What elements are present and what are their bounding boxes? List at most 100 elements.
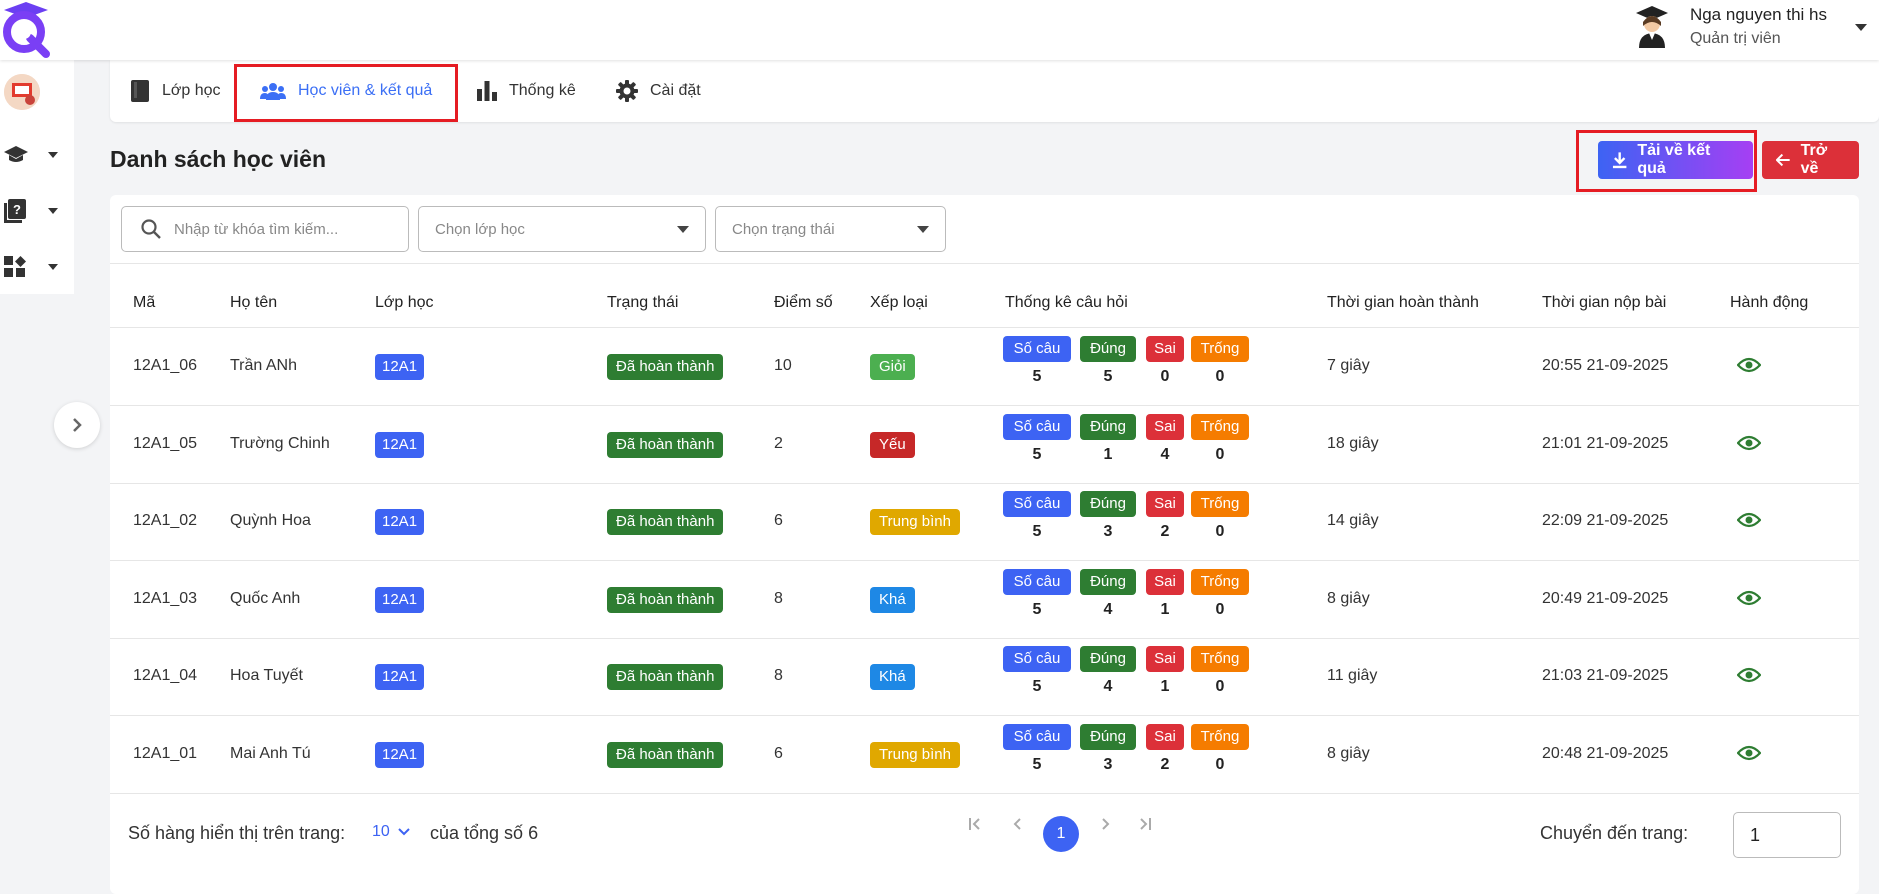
stat-value: 2 [1160, 755, 1170, 773]
view-button[interactable] [1736, 434, 1762, 457]
stat-label: Trống [1191, 646, 1249, 672]
tab-label: Cài đặt [650, 82, 701, 99]
stat-value: 0 [1215, 445, 1225, 463]
stat-label: Sai [1146, 336, 1184, 362]
eye-icon [1736, 357, 1762, 373]
stat-value: 5 [1103, 368, 1113, 385]
back-button[interactable]: Trở về [1762, 141, 1859, 179]
status-badge: Đã hoàn thành [607, 586, 724, 613]
column-header: Hành động [1730, 294, 1809, 311]
stat-label: Số câu [1003, 491, 1071, 517]
jump-to-page-label: Chuyển đến trang: [1540, 823, 1689, 843]
rows-per-page-select[interactable]: 10 [372, 823, 410, 841]
stat-label: Sai [1146, 646, 1184, 672]
stat-label: Đúng [1080, 568, 1136, 595]
question-bank-icon: ? [4, 199, 26, 223]
stat-value: 0 [1215, 755, 1225, 773]
chevron-left-icon [1013, 818, 1021, 830]
divider [110, 792, 1859, 794]
first-page-icon [969, 818, 980, 830]
book-icon [131, 80, 149, 102]
app-logo-icon[interactable] [0, 0, 52, 58]
stat-value: 5 [1032, 445, 1042, 463]
last-page-button[interactable] [1138, 817, 1152, 836]
user-avatar [1634, 4, 1670, 48]
rank-badge: Yếu [870, 431, 915, 458]
user-menu[interactable]: Nga nguyen thi hs Quản trị viên [1634, 4, 1867, 50]
class-badge: 12A1 [375, 741, 425, 768]
view-button[interactable] [1736, 511, 1762, 534]
stat-value: 0 [1160, 368, 1170, 385]
score: 2 [774, 434, 783, 452]
view-button[interactable] [1736, 666, 1762, 689]
score: 10 [774, 357, 792, 374]
student-code: 12A1_02 [133, 512, 198, 529]
column-header: Lớp học [375, 294, 434, 311]
table-row: 12A1_01 Mai Anh Tú 12A1 Đã hoàn thành 6 Trung… [110, 716, 1859, 793]
view-button[interactable] [1736, 589, 1762, 612]
sidebar-expand-button[interactable] [54, 402, 100, 448]
page-number-button[interactable]: 1 [1043, 816, 1079, 852]
sidebar-item-courses[interactable] [4, 140, 64, 170]
graduation-cap-icon [4, 146, 28, 162]
stat-label: Sai [1146, 568, 1184, 595]
sidebar-item-dashboard[interactable] [4, 252, 64, 282]
status-select[interactable]: Chọn trạng thái [715, 206, 946, 252]
submitted-time: 21:03 21-09-2025 [1542, 667, 1669, 684]
next-page-button[interactable] [1100, 817, 1110, 836]
last-page-icon [1140, 818, 1151, 830]
top-bar: Nga nguyen thi hs Quản trị viên [0, 0, 1879, 60]
stat-label: Sai [1146, 413, 1184, 440]
rows-per-page-label: Số hàng hiển thị trên trang: [128, 823, 346, 843]
rank-badge: Giỏi [870, 354, 915, 380]
tab-settings[interactable]: Cài đặt [616, 60, 701, 122]
rank-badge: Trung bình [870, 741, 960, 768]
student-code: 12A1_05 [133, 434, 198, 452]
sidebar: ? [0, 60, 74, 294]
chevron-down-icon[interactable] [1855, 24, 1867, 31]
tab-statistics[interactable]: Thống kê [477, 60, 576, 122]
tab-classes[interactable]: Lớp học [130, 60, 221, 122]
stat-label: Số câu [1003, 336, 1071, 362]
table-row: 12A1_05 Trường Chinh 12A1 Đã hoàn thành 2 Yếu… [110, 406, 1859, 483]
search-input[interactable]: Nhập từ khóa tìm kiếm... [121, 206, 409, 252]
submitted-time: 20:55 21-09-2025 [1542, 357, 1669, 374]
students-table-card: Nhập từ khóa tìm kiếm... Chọn lớp học Ch… [110, 195, 1859, 894]
view-button[interactable] [1736, 744, 1762, 767]
stat-label: Trống [1191, 336, 1249, 362]
jump-to-page-input[interactable]: 1 [1733, 812, 1841, 858]
stat-label: Số câu [1003, 646, 1071, 672]
stat-label: Sai [1146, 723, 1184, 750]
eye-icon [1736, 435, 1762, 450]
completion-time: 14 giây [1327, 512, 1379, 529]
chevron-down-icon [398, 828, 410, 836]
eye-icon [1736, 667, 1762, 683]
submitted-time: 22:09 21-09-2025 [1542, 512, 1669, 529]
status-badge: Đã hoàn thành [607, 741, 724, 768]
stat-label: Trống [1191, 568, 1249, 595]
widgets-icon [4, 256, 26, 277]
submitted-time: 21:01 21-09-2025 [1542, 434, 1669, 452]
sidebar-item-questions[interactable]: ? [4, 196, 64, 226]
chevron-down-icon [917, 226, 929, 233]
stat-label: Trống [1191, 413, 1249, 440]
stat-value: 4 [1103, 678, 1113, 695]
column-header: Họ tên [230, 294, 278, 311]
stat-value: 0 [1215, 523, 1225, 540]
class-badge: 12A1 [375, 431, 425, 458]
stat-label: Số câu [1003, 723, 1071, 750]
view-button[interactable] [1736, 356, 1762, 379]
stat-value: 3 [1103, 523, 1113, 540]
first-page-button[interactable] [968, 817, 982, 836]
table-row: 12A1_03 Quốc Anh 12A1 Đã hoàn thành 8 Khá Số c… [110, 561, 1859, 638]
rank-badge: Khá [870, 586, 915, 613]
completion-time: 7 giây [1327, 357, 1370, 374]
prev-page-button[interactable] [1013, 817, 1023, 836]
stat-value: 5 [1032, 678, 1042, 695]
stat-label: Đúng [1080, 491, 1136, 517]
stat-value: 5 [1032, 523, 1042, 540]
page-title: Danh sách học viên [110, 146, 327, 172]
status-badge: Đã hoàn thành [607, 664, 724, 690]
sidebar-avatar[interactable] [4, 74, 40, 110]
class-select[interactable]: Chọn lớp học [418, 206, 706, 252]
